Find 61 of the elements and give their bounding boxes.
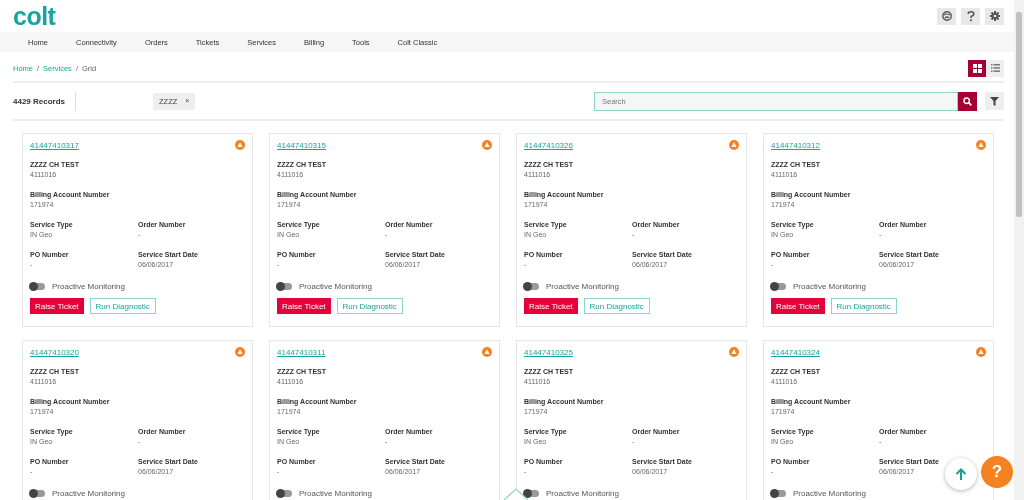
monitoring-toggle[interactable]: [277, 283, 292, 290]
help-icon-button[interactable]: [961, 7, 980, 25]
service-id-link[interactable]: 41447410324: [771, 347, 820, 357]
warning-icon: [482, 140, 492, 150]
monitoring-toggle[interactable]: [771, 283, 786, 290]
warning-icon: [729, 140, 739, 150]
service-id-link[interactable]: 41447410320: [30, 347, 79, 357]
globe-icon: [941, 11, 952, 21]
toggle-label: Proactive Monitoring: [546, 489, 619, 498]
toggle-label: Proactive Monitoring: [52, 489, 125, 498]
toggle-label: Proactive Monitoring: [546, 282, 619, 291]
language-button[interactable]: [937, 7, 956, 25]
list-view-button[interactable]: [986, 59, 1004, 77]
toggle-label: Proactive Monitoring: [52, 282, 125, 291]
warning-icon: [976, 140, 986, 150]
toggle-label: Proactive Monitoring: [299, 489, 372, 498]
raise-ticket-button[interactable]: Raise Ticket: [277, 298, 331, 314]
filter-icon: [990, 96, 999, 106]
chevron-up-icon[interactable]: [503, 488, 529, 500]
service-id-link[interactable]: 41447410311: [277, 347, 326, 357]
settings-button[interactable]: [985, 7, 1004, 25]
grid-icon: [972, 63, 982, 73]
settings-icon: [989, 11, 1000, 21]
monitoring-toggle[interactable]: [277, 490, 292, 497]
run-diagnostic-button[interactable]: Run Diagnostic: [830, 298, 897, 314]
raise-ticket-button[interactable]: Raise Ticket: [771, 298, 825, 314]
scrollbar[interactable]: [1014, 0, 1024, 500]
service-id-link[interactable]: 41447410312: [771, 140, 820, 150]
warning-icon: [729, 347, 739, 357]
records-count: 4429 Records: [13, 91, 77, 111]
question-mark-icon: [966, 10, 975, 22]
help-button[interactable]: ?: [981, 456, 1013, 488]
service-id-link[interactable]: 41447410326: [524, 140, 573, 150]
toggle-label: Proactive Monitoring: [793, 489, 866, 498]
service-id-link[interactable]: 41447410325: [524, 347, 573, 357]
grid-view-button[interactable]: [968, 59, 986, 77]
service-id-link[interactable]: 41447410317: [30, 140, 79, 150]
warning-icon: [976, 347, 986, 357]
run-diagnostic-button[interactable]: Run Diagnostic: [336, 298, 403, 314]
scroll-to-top-button[interactable]: [945, 458, 977, 490]
search-icon: [963, 96, 972, 106]
toggle-label: Proactive Monitoring: [793, 282, 866, 291]
search-button[interactable]: [958, 91, 977, 111]
run-diagnostic-button[interactable]: Run Diagnostic: [583, 298, 650, 314]
monitoring-toggle[interactable]: [30, 283, 45, 290]
raise-ticket-button[interactable]: Raise Ticket: [30, 298, 84, 314]
warning-icon: [482, 347, 492, 357]
warning-icon: [235, 347, 245, 357]
logo[interactable]: colt: [13, 3, 56, 29]
warning-icon: [235, 140, 245, 150]
monitoring-toggle[interactable]: [771, 490, 786, 497]
service-id-link[interactable]: 41447410315: [277, 140, 326, 150]
run-diagnostic-button[interactable]: Run Diagnostic: [89, 298, 156, 314]
monitoring-toggle[interactable]: [524, 283, 539, 290]
arrow-up-icon: [955, 467, 967, 481]
list-icon: [990, 64, 1000, 72]
monitoring-toggle[interactable]: [524, 490, 539, 497]
filter-button[interactable]: [985, 92, 1004, 110]
monitoring-toggle[interactable]: [30, 490, 45, 497]
raise-ticket-button[interactable]: Raise Ticket: [524, 298, 578, 314]
toggle-label: Proactive Monitoring: [299, 282, 372, 291]
